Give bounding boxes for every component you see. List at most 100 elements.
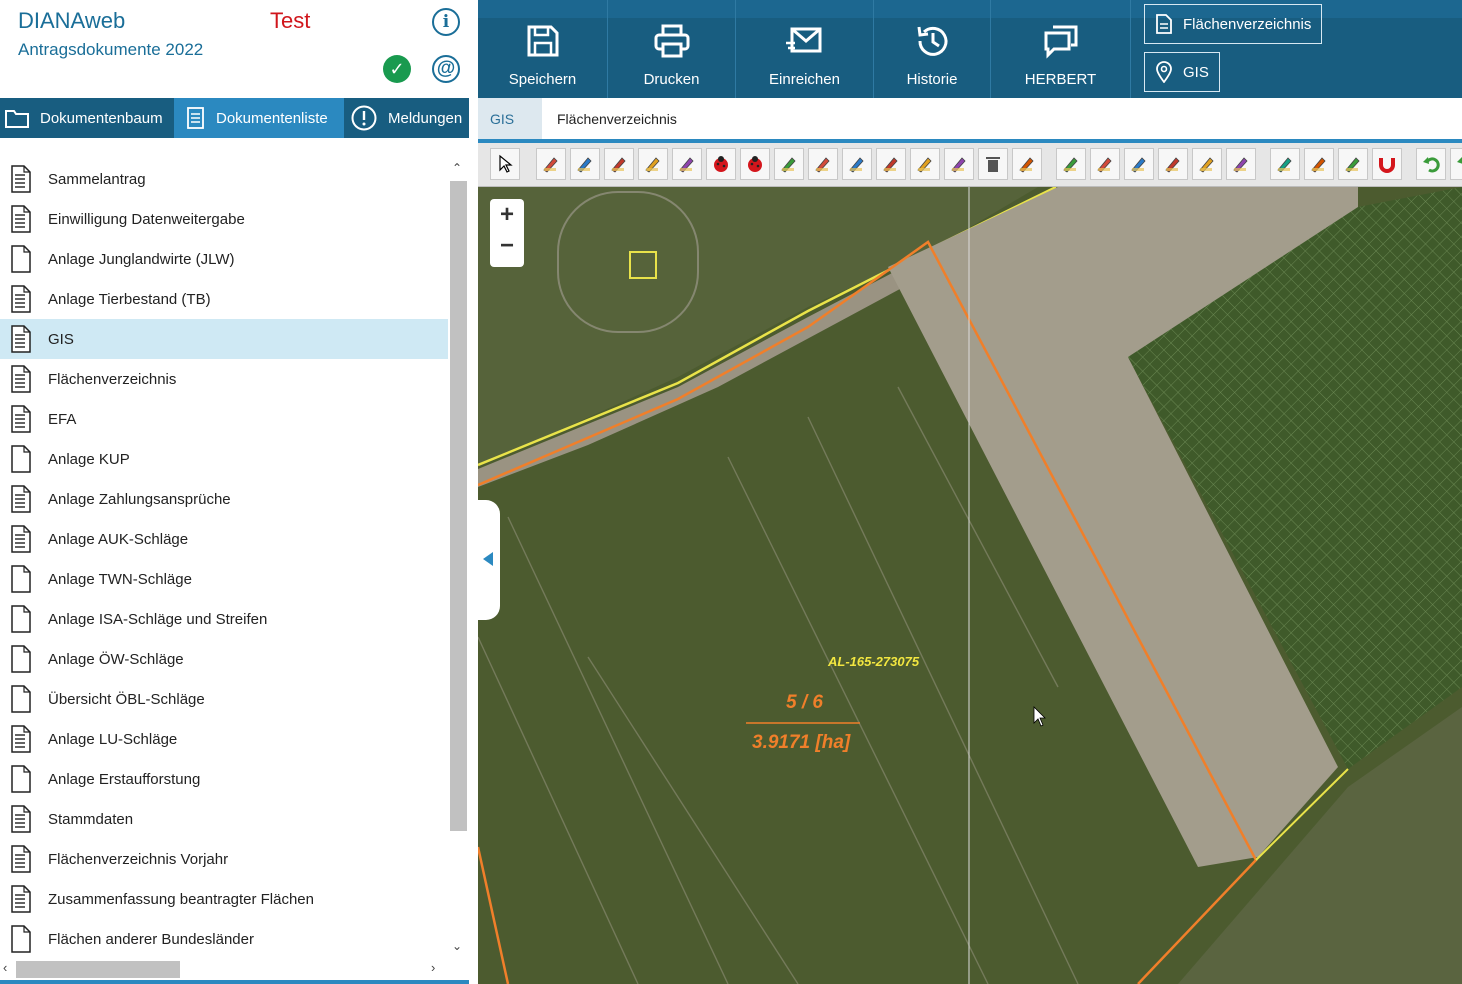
hscrollbar-thumb[interactable] <box>16 961 180 978</box>
list-item[interactable]: Anlage KUP <box>0 439 448 479</box>
edit-pencil-red-icon[interactable] <box>570 148 600 180</box>
tab-meldungen-label: Meldungen <box>388 109 463 127</box>
edit-pencil-small-icon[interactable] <box>672 148 702 180</box>
merge-icon[interactable] <box>910 148 940 180</box>
ladybug-pencil-icon[interactable] <box>740 148 770 180</box>
history-button[interactable]: Historie <box>874 0 991 98</box>
document-icon <box>1156 14 1172 34</box>
edit-pencil-blue-icon[interactable] <box>604 148 634 180</box>
document-filled-icon <box>0 164 48 194</box>
list-item-label: GIS <box>48 330 74 348</box>
document-filled-icon <box>0 484 48 514</box>
list-item-label: Flächen anderer Bundesländer <box>48 930 254 948</box>
edit-pencil-green-icon[interactable] <box>842 148 872 180</box>
document-empty-icon <box>0 604 48 634</box>
list-item[interactable]: Flächen anderer Bundesländer <box>0 919 448 959</box>
move-icon[interactable] <box>1012 148 1042 180</box>
list-item[interactable]: EFA <box>0 399 448 439</box>
list-item[interactable]: Anlage Zahlungsansprüche <box>0 479 448 519</box>
list-item[interactable]: Anlage Junglandwirte (JLW) <box>0 239 448 279</box>
info-icon[interactable]: i <box>432 8 460 36</box>
document-empty-icon <box>0 564 48 594</box>
list-item[interactable]: Einwilligung Datenweitergabe <box>0 199 448 239</box>
nodes-icon[interactable] <box>944 148 974 180</box>
add-point-icon[interactable] <box>1270 148 1300 180</box>
document-list-scrollbar[interactable]: ⌃ ⌄ <box>448 159 469 959</box>
document-empty-icon <box>0 924 48 954</box>
flaechenverzeichnis-button[interactable]: Flächenverzeichnis <box>1144 4 1322 44</box>
add-field-icon[interactable] <box>536 148 566 180</box>
list-item-label: Anlage KUP <box>48 450 130 468</box>
list-item-label: Anlage Junglandwirte (JLW) <box>48 250 235 268</box>
scroll-left-icon[interactable]: ‹ <box>3 960 7 975</box>
list-item[interactable]: Stammdaten <box>0 799 448 839</box>
list-item[interactable]: Anlage Erstaufforstung <box>0 759 448 799</box>
draw-polygon-icon[interactable] <box>638 148 668 180</box>
list-item[interactable]: Anlage LU-Schläge <box>0 719 448 759</box>
gis-toolbar <box>478 143 1462 187</box>
list-item[interactable]: Anlage AUK-Schläge <box>0 519 448 559</box>
collapse-panel-button[interactable] <box>478 500 500 620</box>
edit-pencil-orange-icon[interactable] <box>808 148 838 180</box>
scroll-down-icon[interactable]: ⌄ <box>452 939 462 953</box>
tab-dokumentenbaum[interactable]: Dokumentenbaum <box>0 98 174 138</box>
map-canvas[interactable]: AL-165-273075 5 / 6 3.9171 [ha] <box>478 187 1462 984</box>
scrollbar-thumb[interactable] <box>450 181 467 831</box>
submit-button[interactable]: Einreichen <box>736 0 874 98</box>
check-status-icon[interactable]: ✓ <box>383 55 411 83</box>
list-icon <box>187 107 204 129</box>
mail-icon[interactable]: @ <box>432 55 460 83</box>
document-filled-icon <box>0 204 48 234</box>
save-icon <box>527 25 558 57</box>
print-icon <box>654 24 689 58</box>
zoom-layer-out-icon[interactable] <box>1090 148 1120 180</box>
list-item[interactable]: Anlage ISA-Schläge und Streifen <box>0 599 448 639</box>
list-item[interactable]: Anlage TWN-Schläge <box>0 559 448 599</box>
scroll-up-icon[interactable]: ⌃ <box>452 161 462 175</box>
measure-area-icon[interactable] <box>1226 148 1256 180</box>
zoom-out-button[interactable]: − <box>493 233 521 261</box>
breadcrumb-gis[interactable]: GIS <box>478 98 542 139</box>
magnet-icon[interactable] <box>1372 148 1402 180</box>
select-arrow-icon[interactable] <box>490 148 520 180</box>
gis-button[interactable]: GIS <box>1144 52 1220 92</box>
list-item-label: Flächenverzeichnis <box>48 370 177 388</box>
herbert-button[interactable]: HERBERT <box>991 0 1131 98</box>
list-item[interactable]: Anlage ÖW-Schläge <box>0 639 448 679</box>
zoom-layer-icon[interactable] <box>1056 148 1086 180</box>
undo-icon[interactable] <box>1416 148 1446 180</box>
measure-icon[interactable] <box>1192 148 1222 180</box>
list-item[interactable]: Anlage Tierbestand (TB) <box>0 279 448 319</box>
list-item-label: EFA <box>48 410 77 428</box>
print-map-icon[interactable] <box>1304 148 1334 180</box>
document-list-hscrollbar[interactable]: ‹ › <box>0 959 448 980</box>
layer-down-icon[interactable] <box>1124 148 1154 180</box>
main-toolbar: Speichern Drucken Einreichen Historie HE… <box>478 0 1462 98</box>
edit-pencil-grey-icon[interactable] <box>774 148 804 180</box>
herbert-label: HERBERT <box>1024 71 1097 88</box>
legend-icon[interactable] <box>1338 148 1368 180</box>
tab-dokumentenliste-label: Dokumentenliste <box>216 109 328 127</box>
list-item[interactable]: Flächenverzeichnis <box>0 359 448 399</box>
save-button[interactable]: Speichern <box>478 0 608 98</box>
list-item[interactable]: GIS <box>0 319 448 359</box>
document-empty-icon <box>0 444 48 474</box>
list-item[interactable]: Sammelantrag <box>0 159 448 199</box>
split-icon[interactable] <box>876 148 906 180</box>
list-item-label: Anlage Tierbestand (TB) <box>48 290 211 308</box>
list-item[interactable]: Flächenverzeichnis Vorjahr <box>0 839 448 879</box>
list-item[interactable]: Zusammenfassung beantragter Flächen <box>0 879 448 919</box>
breadcrumb: GIS Flächenverzeichnis <box>478 98 1462 139</box>
scroll-right-icon[interactable]: › <box>431 960 435 975</box>
list-item[interactable]: Übersicht ÖBL-Schläge <box>0 679 448 719</box>
print-button[interactable]: Drucken <box>608 0 736 98</box>
ladybug-icon[interactable] <box>706 148 736 180</box>
list-item-label: Flächenverzeichnis Vorjahr <box>48 850 229 868</box>
redo-icon[interactable] <box>1450 148 1462 180</box>
document-empty-icon <box>0 764 48 794</box>
layers-icon[interactable] <box>1158 148 1188 180</box>
tab-meldungen[interactable]: Meldungen <box>344 98 469 138</box>
zoom-in-button[interactable]: + <box>493 202 521 230</box>
delete-icon[interactable] <box>978 148 1008 180</box>
tab-dokumentenliste[interactable]: Dokumentenliste <box>174 98 344 138</box>
